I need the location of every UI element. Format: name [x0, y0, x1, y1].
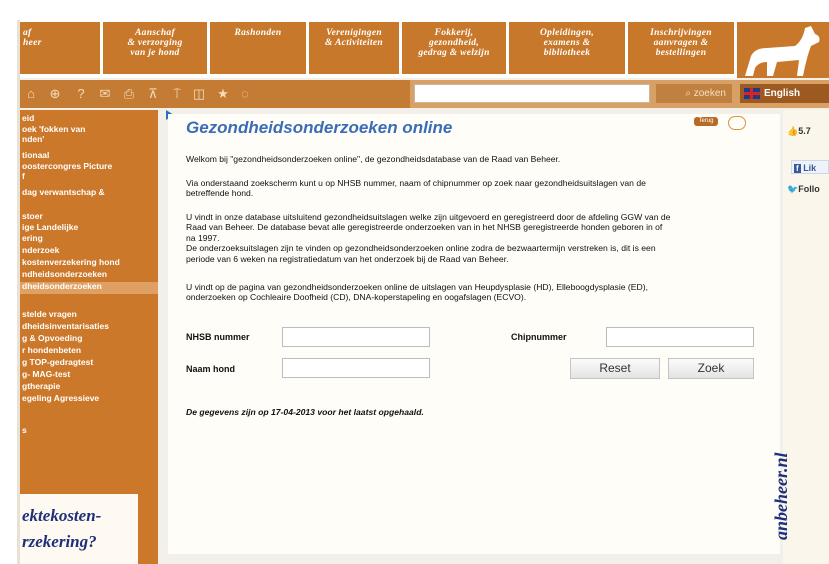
promo-line: ektekosten-: [22, 506, 102, 525]
nav-item-inschrijvingen[interactable]: Inschrijvingen aanvragen & bestellingen: [628, 22, 734, 74]
database-description-paragraph: U vindt in onze database uitsluitend gez…: [186, 212, 671, 264]
sidebar-item[interactable]: f: [22, 171, 25, 182]
page-title: Gezondheidsonderzoeken online: [186, 118, 453, 137]
back-badge[interactable]: Terug: [694, 117, 718, 126]
uk-flag-icon: [744, 88, 760, 99]
dog-name-label: Naam hond: [186, 364, 236, 374]
sidebar-item[interactable]: eid: [22, 113, 34, 124]
sidebar-item[interactable]: dheidsinventarisaties: [22, 321, 109, 332]
twitter-follow-button[interactable]: 🐦Follo: [787, 184, 820, 195]
print-icon[interactable]: ⎙: [120, 85, 138, 103]
sidebar-item[interactable]: stelde vragen: [22, 309, 77, 320]
sidebar-item[interactable]: egeling Agressieve: [22, 393, 99, 404]
twitter-follow-label: Follo: [798, 184, 820, 194]
sidebar-item-active[interactable]: dheidsonderzoeken: [20, 281, 158, 294]
sidebar-item[interactable]: g- MAG-test: [22, 369, 70, 380]
sidebar-item[interactable]: ndheidsonderzoeken: [22, 269, 107, 280]
facebook-like-button[interactable]: f Lik: [791, 160, 829, 174]
insurance-promo-banner[interactable]: ektekosten- rzekering?: [20, 494, 138, 564]
sidebar-item[interactable]: kostenverzekering hond: [22, 257, 120, 268]
sidebar: eid oek 'fokken van nden' tionaal ooster…: [20, 110, 158, 564]
sidebar-item[interactable]: ering: [22, 233, 43, 244]
text-size-icon[interactable]: ◫: [190, 85, 208, 103]
sidebar-item[interactable]: ige Landelijke: [22, 222, 78, 233]
twitter-icon: 🐦: [787, 184, 799, 194]
speech-bubble-icon[interactable]: [728, 116, 746, 130]
sidebar-item[interactable]: stoer: [22, 211, 43, 222]
help-icon[interactable]: ?: [72, 85, 90, 103]
like-count-value: 5.7: [798, 126, 811, 136]
sidebar-item[interactable]: s: [22, 425, 27, 436]
nav-item-opleidingen[interactable]: Opleidingen, examens & bibliotheek: [509, 22, 625, 74]
sidebar-item[interactable]: oostercongres Picture: [22, 161, 112, 172]
top-navigation: af heer Aanschaf & verzorging van je hon…: [20, 22, 829, 78]
site-search-input[interactable]: [414, 84, 650, 103]
home-icon[interactable]: ⌂: [22, 85, 40, 103]
like-count[interactable]: 👍5.7: [787, 126, 811, 137]
sidebar-item[interactable]: r hondenbeten: [22, 345, 81, 356]
sidebar-item[interactable]: dag verwantschap &: [22, 187, 105, 198]
search-button[interactable]: Zoek: [668, 358, 754, 379]
nhsb-label: NHSB nummer: [186, 332, 250, 342]
chat-icon[interactable]: ◌: [236, 85, 254, 103]
toolbar-icon-strip: ⌂ ⊕ ? ✉ ⎙ ⊼ ⍑ ◫ ★ ◌: [20, 80, 410, 108]
thumbs-up-icon: 👍: [787, 126, 799, 136]
pin-icon[interactable]: ⍑: [168, 85, 186, 103]
site-search-button[interactable]: ⌕ zoeken: [656, 84, 732, 103]
globe-icon[interactable]: ⊕: [46, 85, 64, 103]
promo-line: rzekering?: [22, 532, 97, 551]
nav-item-verenigingen[interactable]: Verenigingen & Activiteiten: [309, 22, 399, 74]
facebook-like-label: Lik: [803, 163, 817, 173]
results-description-paragraph: U vindt op de pagina van gezondheidsonde…: [186, 282, 648, 303]
data-date-note: De gegevens zijn op 17-04-2013 voor het …: [186, 407, 424, 417]
chip-number-input[interactable]: [606, 327, 754, 347]
nhsb-number-input[interactable]: [282, 327, 430, 347]
chip-label: Chipnummer: [511, 332, 567, 342]
nav-item-rashonden[interactable]: Rashonden: [210, 22, 306, 74]
facebook-icon: f: [794, 164, 801, 173]
browser-viewport: af heer Aanschaf & verzorging van je hon…: [20, 22, 829, 564]
reset-button[interactable]: Reset: [570, 358, 660, 379]
nav-item-raad-van-beheer[interactable]: af heer: [20, 22, 100, 74]
search-instructions-paragraph: Via onderstaand zoekscherm kunt u op NHS…: [186, 178, 646, 199]
sidebar-item[interactable]: g TOP-gedragtest: [22, 357, 93, 368]
intro-paragraph: Welkom bij "gezondheidsonderzoeken onlin…: [186, 154, 561, 164]
toolbar: ⌂ ⊕ ? ✉ ⎙ ⊼ ⍑ ◫ ★ ◌ ⌕ zoeken English: [20, 80, 829, 108]
dog-name-input[interactable]: [282, 358, 430, 378]
nav-item-aanschaf[interactable]: Aanschaf & verzorging van je hond: [103, 22, 207, 74]
site-search-button-label: zoeken: [693, 88, 726, 99]
main-content: Gezondheidsonderzoeken online Terug Welk…: [168, 114, 780, 554]
dog-logo[interactable]: [737, 22, 829, 78]
mail-icon[interactable]: ✉: [96, 85, 114, 103]
sidebar-item[interactable]: nden': [22, 134, 44, 145]
search-icon: ⌕: [685, 88, 694, 99]
sidebar-item[interactable]: tionaal: [22, 150, 49, 161]
sidebar-item[interactable]: gtherapie: [22, 381, 60, 392]
language-label: English: [764, 88, 801, 99]
sidebar-item[interactable]: g & Opvoeding: [22, 333, 82, 344]
site-name-vertical: anbeheer.nl: [771, 452, 791, 540]
sidebar-item[interactable]: nderzoek: [22, 245, 59, 256]
star-icon[interactable]: ★: [214, 85, 232, 103]
nav-item-fokkerij[interactable]: Fokkerij, gezondheid, gedrag & welzijn: [402, 22, 506, 74]
sitemap-icon[interactable]: ⊼: [144, 85, 162, 103]
